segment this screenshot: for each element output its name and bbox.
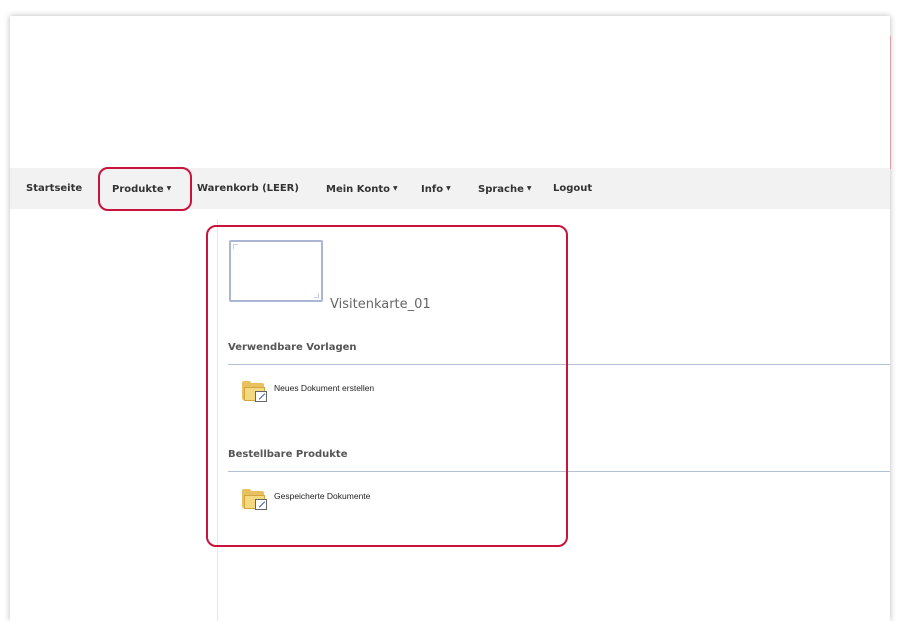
nav-startseite[interactable]: Startseite bbox=[26, 168, 82, 209]
highlight-produkte bbox=[98, 167, 192, 211]
nav-startseite-label: Startseite bbox=[26, 183, 83, 194]
chevron-down-icon: ▼ bbox=[446, 185, 451, 192]
highlight-content-area bbox=[206, 225, 568, 547]
nav-logout-label: Logout bbox=[553, 183, 593, 194]
nav-info[interactable]: Info ▼ bbox=[421, 168, 451, 209]
chevron-down-icon: ▼ bbox=[392, 185, 398, 192]
page-header bbox=[10, 16, 890, 168]
nav-sprache[interactable]: Sprache ▼ bbox=[478, 168, 532, 209]
nav-logout[interactable]: Logout bbox=[553, 168, 592, 209]
nav-warenkorb-label: Warenkorb (LEER) bbox=[197, 183, 299, 194]
nav-mein-konto-label: Mein Konto bbox=[326, 184, 390, 195]
browser-frame: Startseite Produkte ▼ Warenkorb (LEER) Me… bbox=[10, 16, 891, 621]
header-border-right bbox=[890, 36, 891, 168]
chevron-down-icon: ▼ bbox=[526, 185, 532, 192]
nav-mein-konto[interactable]: Mein Konto ▼ bbox=[326, 168, 398, 209]
nav-info-label: Info bbox=[421, 184, 444, 195]
nav-sprache-label: Sprache bbox=[478, 184, 524, 195]
nav-warenkorb[interactable]: Warenkorb (LEER) bbox=[197, 168, 299, 209]
